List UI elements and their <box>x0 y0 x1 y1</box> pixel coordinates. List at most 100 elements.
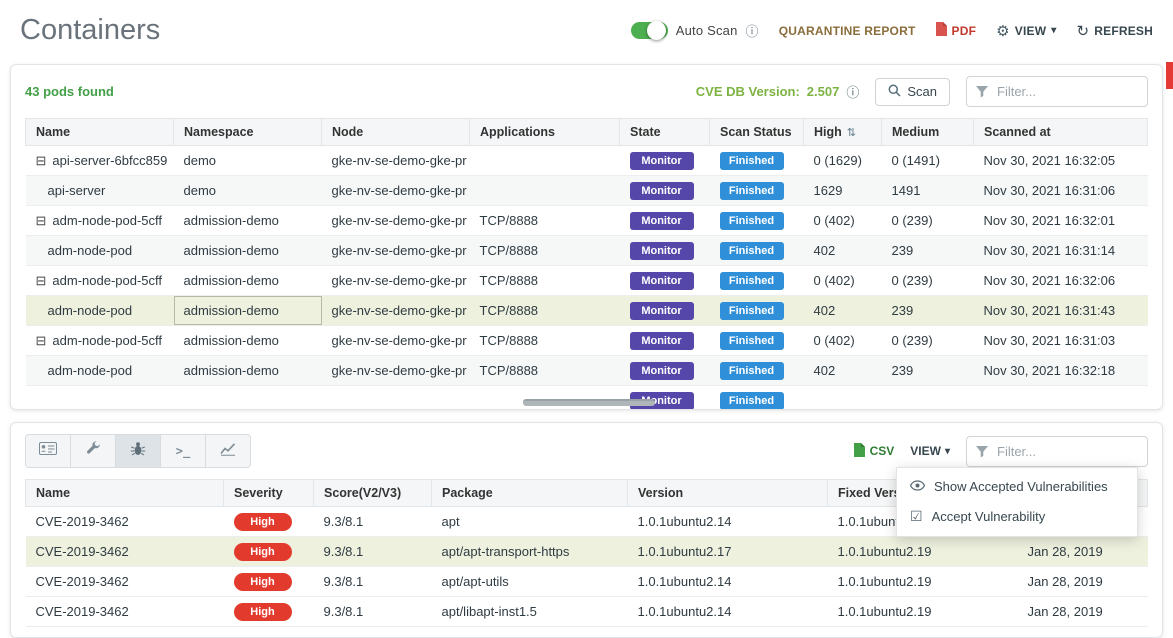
cell-severity: High <box>224 597 314 627</box>
scrollbar-thumb[interactable] <box>1166 62 1173 89</box>
cell-node: gke-nv-se-demo-gke-pr <box>322 236 470 266</box>
wrench-icon <box>86 441 101 461</box>
info-icon[interactable]: ⓘ <box>846 82 859 101</box>
tab-process-info[interactable] <box>25 434 71 468</box>
cell-severity: High <box>224 507 314 537</box>
col-name[interactable]: Name <box>26 119 174 146</box>
table-row[interactable]: CVE-2019-3462 High 9.3/8.1 apt/apt-utils… <box>26 567 1148 597</box>
toggle-knob <box>647 21 666 40</box>
scan-status-badge[interactable]: Finished <box>720 152 784 170</box>
collapse-icon[interactable]: ⊟ <box>36 273 47 288</box>
tab-vulnerabilities[interactable] <box>115 434 161 468</box>
table-row[interactable]: ⊟adm-node-pod-5cff admission-demo gke-nv… <box>26 206 1148 236</box>
table-row[interactable]: api-server demo gke-nv-se-demo-gke-pr Mo… <box>26 176 1148 206</box>
table-row-selected[interactable]: adm-node-pod admission-demo gke-nv-se-de… <box>26 296 1148 326</box>
scan-status-badge[interactable]: Finished <box>720 242 784 260</box>
auto-scan-control: Auto Scan ⓘ <box>631 21 759 40</box>
vuln-filter-input[interactable] <box>966 436 1148 467</box>
cell-name: adm-node-pod <box>26 236 174 266</box>
tab-tools[interactable] <box>70 434 116 468</box>
scan-button[interactable]: Scan <box>875 78 950 106</box>
scan-status-badge[interactable]: Finished <box>720 332 784 350</box>
col-scanned-at[interactable]: Scanned at <box>974 119 1148 146</box>
cell-namespace: admission-demo <box>174 356 322 386</box>
cell-medium: 239 <box>882 296 974 326</box>
view-menu-button[interactable]: ⚙ VIEW ▾ <box>996 22 1056 40</box>
col-state[interactable]: State <box>620 119 710 146</box>
table-row[interactable]: CVE-2019-3462 High 9.3/8.1 apt/libapt-in… <box>26 597 1148 627</box>
topbar: Containers Auto Scan ⓘ QUARANTINE REPORT… <box>0 0 1173 55</box>
col-name[interactable]: Name <box>26 480 224 507</box>
table-row[interactable]: adm-node-pod admission-demo gke-nv-se-de… <box>26 356 1148 386</box>
tab-console[interactable]: >_ <box>160 434 206 468</box>
cell-cve-name: CVE-2019-3462 <box>26 597 224 627</box>
cell-name: ⊟api-server-6bfcc859 <box>26 146 174 176</box>
col-applications[interactable]: Applications <box>470 119 620 146</box>
vuln-view-menu-button[interactable]: VIEW ▾ <box>910 444 950 458</box>
table-row[interactable]: ⊟api-server-6bfcc859 demo gke-nv-se-demo… <box>26 146 1148 176</box>
cell-node: gke-nv-se-demo-gke-pr <box>322 356 470 386</box>
col-scan-status[interactable]: Scan Status <box>710 119 804 146</box>
collapse-icon[interactable]: ⊟ <box>36 333 47 348</box>
col-package[interactable]: Package <box>432 480 628 507</box>
menu-item-show-accepted[interactable]: Show Accepted Vulnerabilities <box>897 472 1137 501</box>
csv-export-button[interactable]: CSV <box>854 443 895 460</box>
cell-namespace: demo <box>174 176 322 206</box>
col-severity[interactable]: Severity <box>224 480 314 507</box>
menu-item-accept-vulnerability[interactable]: ☑ Accept Vulnerability <box>897 501 1137 532</box>
col-medium[interactable]: Medium <box>882 119 974 146</box>
scan-status-badge[interactable]: Finished <box>720 302 784 320</box>
col-score[interactable]: Score(V2/V3) <box>314 480 432 507</box>
menu-item-label: Show Accepted Vulnerabilities <box>934 479 1108 494</box>
tab-stats[interactable] <box>205 434 251 468</box>
scan-status-badge[interactable]: Finished <box>720 182 784 200</box>
state-badge[interactable]: Monitor <box>630 152 694 170</box>
cell-state: Monitor <box>620 356 710 386</box>
cell-score: 9.3/8.1 <box>314 567 432 597</box>
collapse-icon[interactable]: ⊟ <box>36 213 47 228</box>
pods-filter-input[interactable] <box>966 76 1148 107</box>
cell-high: 0 (402) <box>804 266 882 296</box>
scan-status-badge[interactable]: Finished <box>720 272 784 290</box>
collapse-icon[interactable]: ⊟ <box>36 153 47 168</box>
pdf-button[interactable]: PDF <box>936 22 977 39</box>
scan-status-badge[interactable]: Finished <box>720 362 784 380</box>
scan-status-badge[interactable]: Finished <box>720 212 784 230</box>
quarantine-report-button[interactable]: QUARANTINE REPORT <box>779 24 916 38</box>
pods-header-row: Name Namespace Node Applications State S… <box>26 119 1148 146</box>
table-row-selected[interactable]: CVE-2019-3462 High 9.3/8.1 apt/apt-trans… <box>26 537 1148 567</box>
state-badge[interactable]: Monitor <box>630 242 694 260</box>
cve-db-label: CVE DB Version: <box>696 84 800 99</box>
state-badge[interactable]: Monitor <box>630 302 694 320</box>
state-badge[interactable]: Monitor <box>630 212 694 230</box>
pods-count: 43 pods found <box>25 84 114 99</box>
cell-state: Monitor <box>620 266 710 296</box>
table-row[interactable]: ⊟adm-node-pod-5cff admission-demo gke-nv… <box>26 266 1148 296</box>
state-badge[interactable]: Monitor <box>630 332 694 350</box>
cell-node: gke-nv-se-demo-gke-pr <box>322 146 470 176</box>
refresh-button[interactable]: ↻ REFRESH <box>1076 22 1153 40</box>
col-version[interactable]: Version <box>628 480 828 507</box>
scrollbar-thumb[interactable] <box>523 399 655 406</box>
sort-icon[interactable]: ⇅ <box>847 127 856 139</box>
cell-scanned-at: Nov 30, 2021 16:32:05 <box>974 146 1148 176</box>
col-namespace[interactable]: Namespace <box>174 119 322 146</box>
col-high[interactable]: High⇅ <box>804 119 882 146</box>
auto-scan-toggle[interactable] <box>631 22 668 39</box>
id-card-icon <box>39 442 57 460</box>
cell-scan-status: Finished <box>710 176 804 206</box>
col-node[interactable]: Node <box>322 119 470 146</box>
cell-scanned-at: Nov 30, 2021 16:31:06 <box>974 176 1148 206</box>
state-badge[interactable]: Monitor <box>630 272 694 290</box>
cell-applications: TCP/8888 <box>470 236 620 266</box>
state-badge[interactable]: Monitor <box>630 362 694 380</box>
table-row[interactable]: adm-node-pod admission-demo gke-nv-se-de… <box>26 236 1148 266</box>
horizontal-scrollbar[interactable] <box>25 399 1148 407</box>
table-row[interactable]: ⊟adm-node-pod-5cff admission-demo gke-nv… <box>26 326 1148 356</box>
cell-scanned-at: Nov 30, 2021 16:32:18 <box>974 356 1148 386</box>
cell-version: 1.0.1ubuntu2.17 <box>628 537 828 567</box>
filter-icon <box>976 445 988 463</box>
severity-badge: High <box>234 543 292 561</box>
state-badge[interactable]: Monitor <box>630 182 694 200</box>
info-icon[interactable]: ⓘ <box>746 21 759 40</box>
